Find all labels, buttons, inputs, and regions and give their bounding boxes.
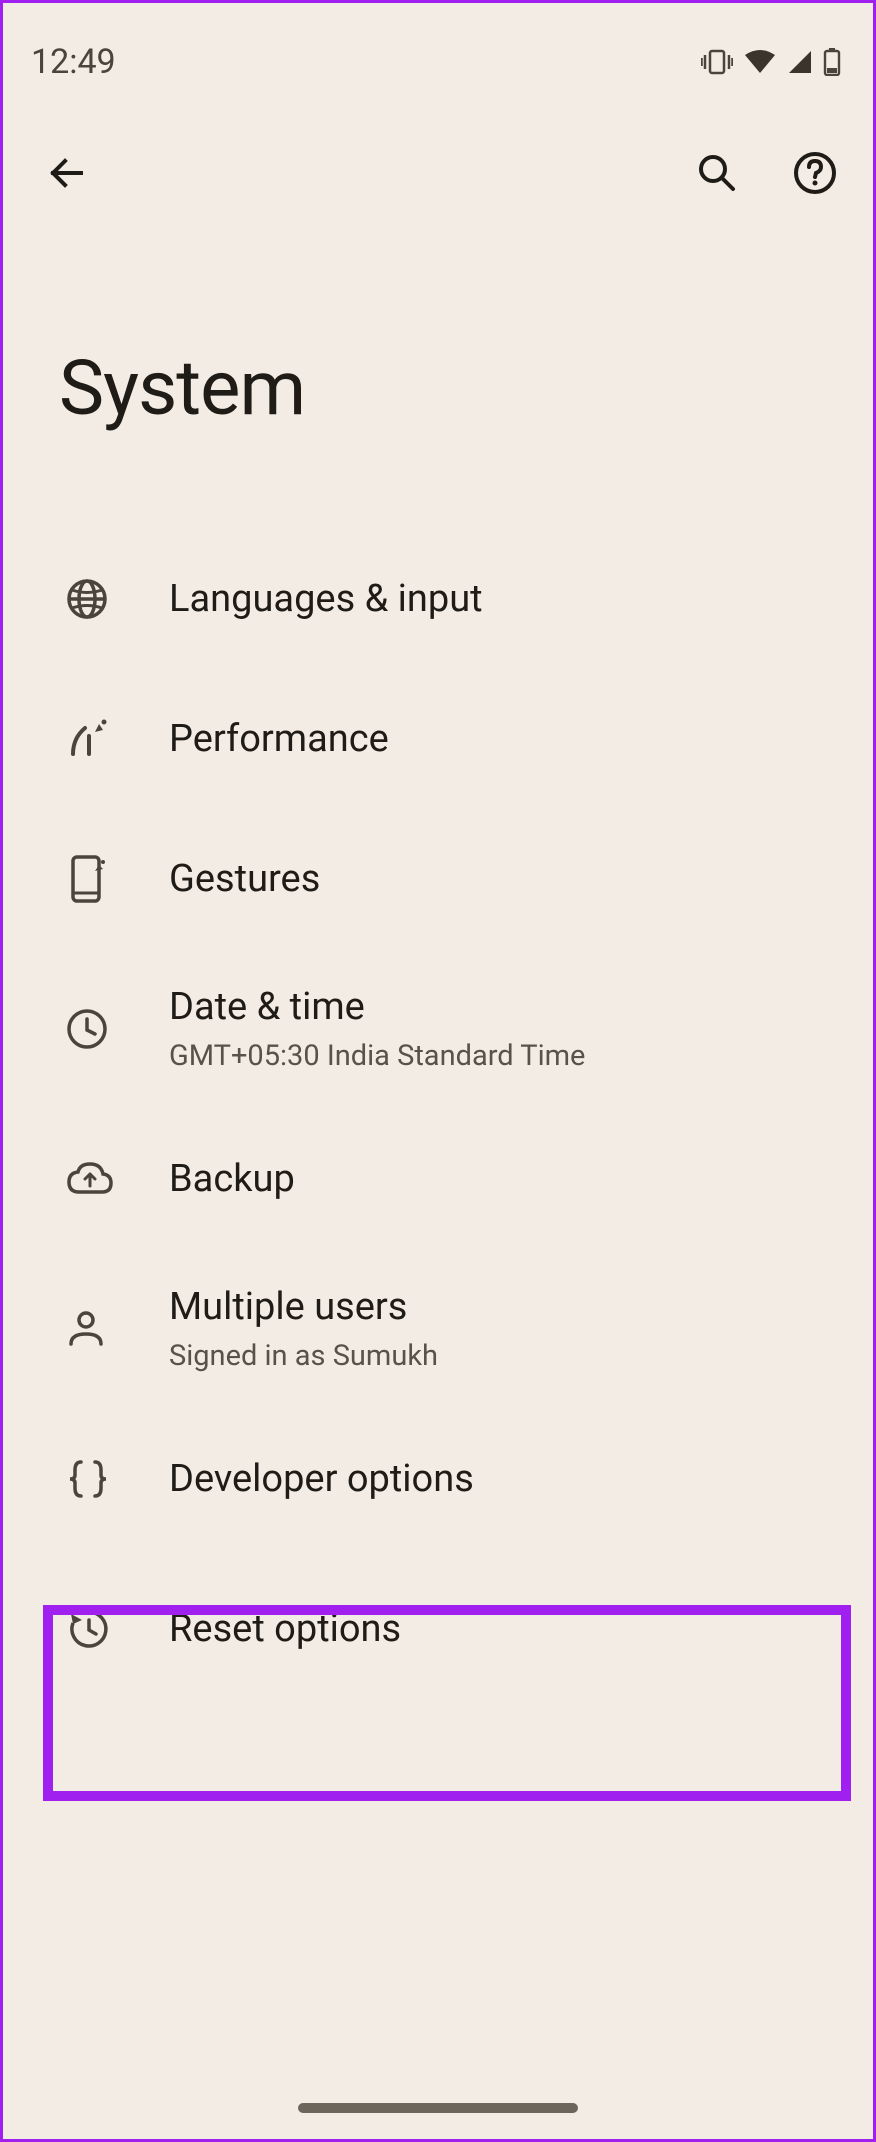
settings-item-title: Gestures xyxy=(169,856,833,904)
settings-item-title: Multiple users xyxy=(169,1284,833,1332)
app-bar xyxy=(3,93,873,213)
settings-item-title: Backup xyxy=(169,1156,833,1204)
nav-pill[interactable] xyxy=(298,2103,578,2113)
braces-icon xyxy=(65,1458,111,1500)
settings-item-title: Reset options xyxy=(169,1606,833,1654)
cloud-upload-icon xyxy=(65,1160,115,1198)
status-icons xyxy=(701,48,841,76)
cell-signal-icon xyxy=(787,49,813,75)
settings-item-developer[interactable]: Developer options xyxy=(3,1409,873,1549)
settings-item-title: Performance xyxy=(169,716,833,764)
settings-item-languages[interactable]: Languages & input xyxy=(3,529,873,669)
search-icon xyxy=(695,151,739,195)
settings-item-subtitle: GMT+05:30 India Standard Time xyxy=(169,1038,833,1076)
search-button[interactable] xyxy=(693,149,741,197)
wifi-icon xyxy=(743,49,777,75)
arrow-back-icon xyxy=(45,151,89,195)
performance-icon xyxy=(65,716,111,762)
status-time: 12:49 xyxy=(31,42,116,82)
help-button[interactable] xyxy=(791,149,839,197)
settings-item-reset[interactable]: Reset options xyxy=(3,1549,873,1709)
settings-item-title: Date & time xyxy=(169,984,833,1032)
battery-icon xyxy=(823,48,841,76)
help-icon xyxy=(792,150,838,196)
reset-icon xyxy=(65,1606,111,1652)
settings-item-gestures[interactable]: Gestures xyxy=(3,809,873,949)
status-bar: 12:49 xyxy=(3,3,873,93)
page-title: System xyxy=(3,213,873,433)
settings-item-users[interactable]: Multiple users Signed in as Sumukh xyxy=(3,1249,873,1409)
settings-item-backup[interactable]: Backup xyxy=(3,1109,873,1249)
settings-item-datetime[interactable]: Date & time GMT+05:30 India Standard Tim… xyxy=(3,949,873,1109)
person-icon xyxy=(65,1308,107,1350)
gestures-icon xyxy=(65,853,107,905)
settings-item-performance[interactable]: Performance xyxy=(3,669,873,809)
clock-icon xyxy=(65,1007,109,1051)
globe-icon xyxy=(65,577,109,621)
settings-list: Languages & input Performance Gest xyxy=(3,529,873,1709)
vibrate-icon xyxy=(701,49,733,75)
settings-item-title: Languages & input xyxy=(169,576,833,624)
settings-item-subtitle: Signed in as Sumukh xyxy=(169,1338,833,1376)
back-button[interactable] xyxy=(43,149,91,197)
settings-item-title: Developer options xyxy=(169,1456,833,1504)
